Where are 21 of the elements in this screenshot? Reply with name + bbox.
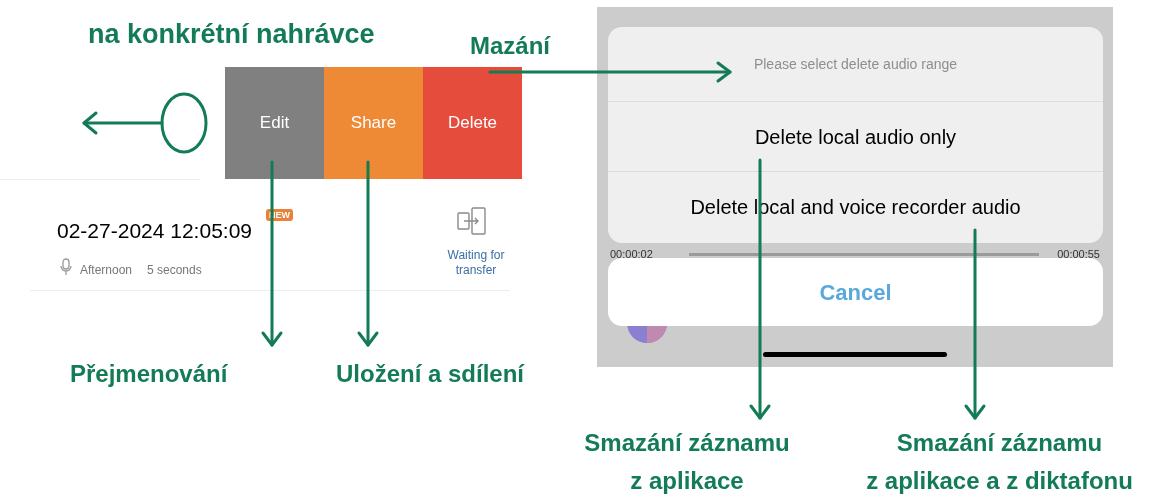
annotation-label: Uložení a sdílení — [336, 359, 525, 389]
annotation-label: Smazání záznamu — [584, 428, 790, 458]
annotation-label: Smazání záznamu — [896, 428, 1103, 458]
swipe-action-button[interactable]: Delete — [423, 67, 522, 179]
annotation-label: z aplikace a z diktafonu — [866, 466, 1133, 494]
recording-duration: 5 seconds — [147, 262, 202, 279]
delete-option[interactable]: Delete local audio only — [608, 102, 1103, 172]
swipe-gesture-icon — [160, 92, 208, 154]
annotation-label: Mazání — [470, 31, 550, 61]
sheet-title: Please select delete audio range — [753, 54, 958, 74]
transfer-status: Waiting for transfer — [446, 248, 506, 278]
recording-title: 02-27-2024 12:05:09 — [57, 218, 252, 244]
annotation-label: z aplikace — [630, 466, 744, 494]
cancel-button[interactable]: Cancel — [608, 258, 1103, 326]
swipe-action-button[interactable]: Share — [324, 67, 423, 179]
recording-period: Afternoon — [80, 262, 133, 279]
swipe-action-button[interactable]: Edit — [225, 67, 324, 179]
heading: na konkrétní nahrávce — [88, 18, 375, 51]
annotation-label: Přejmenování — [70, 359, 228, 389]
transfer-icon — [456, 207, 488, 235]
microphone-icon — [60, 258, 72, 276]
